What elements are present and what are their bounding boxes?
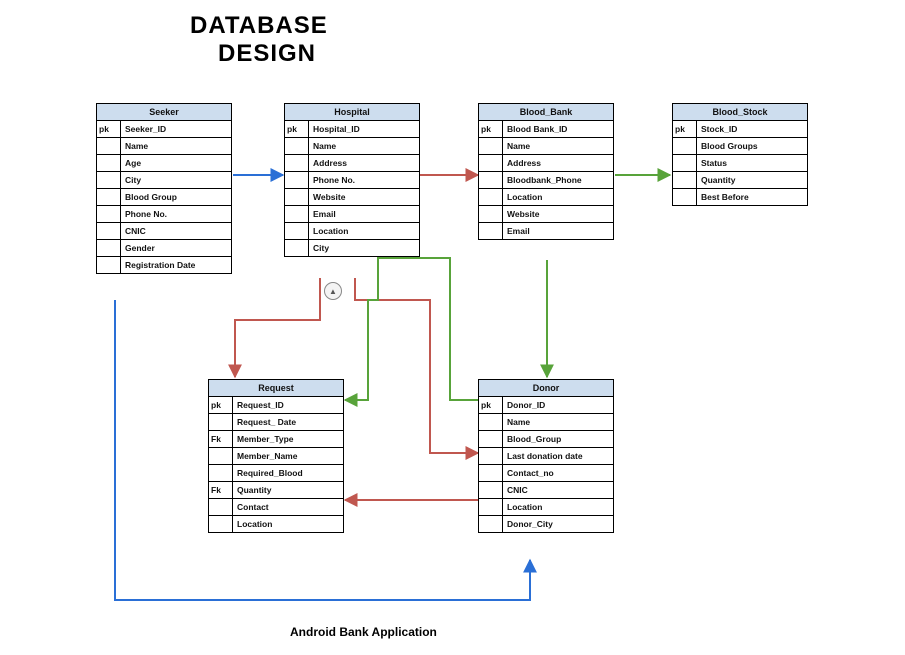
collapse-icon[interactable]: ▲ [324, 282, 342, 300]
entity-hospital-header: Hospital [285, 104, 419, 121]
entity-request: Request pkRequest_ID Request_ Date FkMem… [208, 379, 344, 533]
entity-donor: Donor pkDonor_ID Name Blood_Group Last d… [478, 379, 614, 533]
entity-blood-bank: Blood_Bank pkBlood Bank_ID Name Address … [478, 103, 614, 240]
edge-donor-request-top [345, 258, 478, 400]
entity-donor-header: Donor [479, 380, 613, 397]
entity-seeker-header: Seeker [97, 104, 231, 121]
edge-hospital-request [235, 278, 320, 377]
entity-seeker: Seeker pkSeeker_ID Name Age City Blood G… [96, 103, 232, 274]
page-title: DATABASE DESIGN [190, 12, 328, 67]
edge-hospital-donor [355, 278, 478, 453]
entity-blood-stock-header: Blood_Stock [673, 104, 807, 121]
entity-blood-bank-header: Blood_Bank [479, 104, 613, 121]
title-line2: DESIGN [218, 40, 328, 68]
title-line1: DATABASE [190, 12, 328, 40]
footer-label: Android Bank Application [290, 625, 437, 639]
entity-request-header: Request [209, 380, 343, 397]
entity-blood-stock: Blood_Stock pkStock_ID Blood Groups Stat… [672, 103, 808, 206]
entity-hospital: Hospital pkHospital_ID Name Address Phon… [284, 103, 420, 257]
connectors-layer [0, 0, 905, 655]
